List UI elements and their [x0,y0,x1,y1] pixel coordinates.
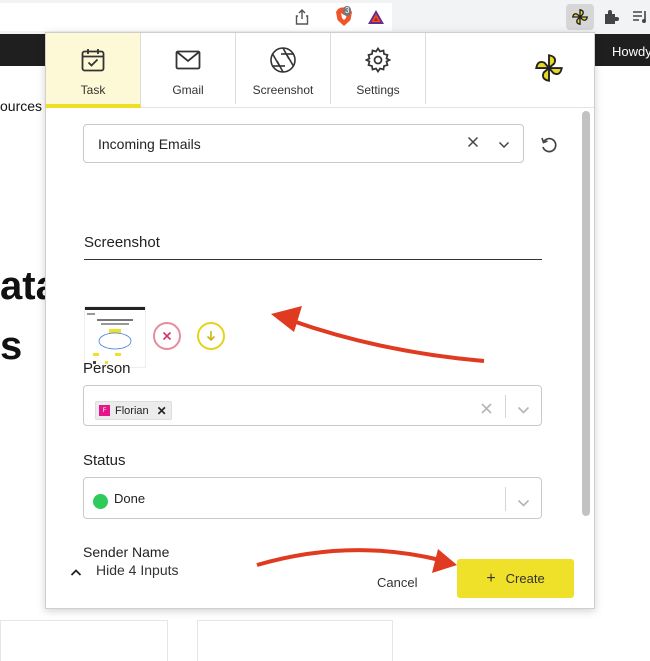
gear-icon [365,46,391,74]
mail-icon [175,46,201,74]
media-queue-icon[interactable] [632,8,650,26]
browser-toolbar: 3 [0,0,650,34]
extension-popup: Task Gmail Screenshot Settings Incoming … [45,32,595,609]
person-label: Person [83,360,131,377]
greeting-text[interactable]: Howdy [612,44,650,59]
tab-gmail[interactable]: Gmail [141,33,236,104]
chevron-down-icon[interactable] [517,495,530,513]
share-icon[interactable] [294,8,310,26]
refresh-icon[interactable] [540,136,558,159]
chevron-down-icon[interactable] [498,137,510,155]
tab-task[interactable]: Task [46,33,141,108]
chevron-down-icon[interactable] [517,402,530,420]
screenshot-divider [84,259,542,260]
hide-inputs-toggle[interactable]: Hide 4 Inputs [96,562,179,578]
create-button[interactable]: + Create [457,559,574,598]
arrow-down-icon [206,330,216,342]
puzzle-extensions-icon[interactable] [600,6,622,28]
close-icon [162,331,172,341]
screenshot-thumbnail[interactable] [84,306,146,368]
tab-settings[interactable]: Settings [331,33,426,104]
tab-label: Gmail [172,83,204,97]
background-text: ources [0,98,43,114]
app-logo-icon [534,53,564,88]
list-select[interactable]: Incoming Emails [83,124,524,163]
download-screenshot-button[interactable] [197,322,225,350]
avatar: F [99,405,110,416]
plus-icon: + [486,569,496,587]
list-select-value: Incoming Emails [98,136,201,152]
screenshot-label: Screenshot [84,234,160,251]
select-divider [505,395,506,418]
status-label: Status [83,452,126,469]
tab-screenshot[interactable]: Screenshot [236,33,331,104]
aperture-icon [269,46,297,74]
sender-name-label: Sender Name [83,544,170,560]
task-form: Incoming Emails Screenshot Person F Flor… [46,108,594,608]
chevron-up-icon[interactable] [70,564,82,582]
background-heading: s [0,324,23,368]
create-button-label: Create [505,571,545,586]
delete-screenshot-button[interactable] [153,322,181,350]
tab-label: Settings [356,83,400,97]
tab-label: Task [80,83,106,97]
tab-label: Screenshot [252,83,314,97]
scrollbar[interactable] [582,111,590,516]
calendar-check-icon [80,46,106,74]
clear-icon[interactable] [467,135,479,153]
brave-shield-icon[interactable]: 3 [332,6,356,28]
tab-bar: Task Gmail Screenshot Settings [46,33,594,108]
status-dot-icon [93,494,108,509]
select-divider [505,487,506,511]
status-value: Done [114,491,146,506]
status-select[interactable]: Done [83,477,542,519]
cancel-button[interactable]: Cancel [377,575,417,590]
extension-pinwheel-icon[interactable] [566,4,594,30]
person-chip: F Florian ✕ [95,401,172,420]
person-chip-name: Florian [115,404,149,417]
bat-rewards-icon[interactable] [366,8,386,26]
background-card [0,620,168,661]
clear-icon[interactable] [481,401,492,419]
chip-remove-icon[interactable]: ✕ [157,404,167,418]
background-card [197,620,393,661]
